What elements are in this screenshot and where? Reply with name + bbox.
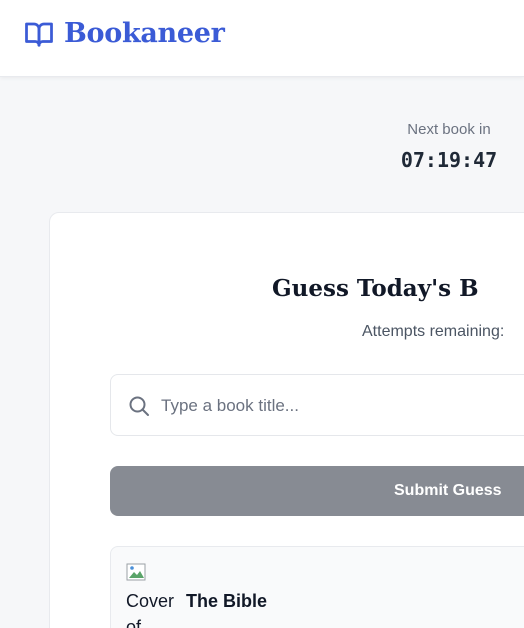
search-icon [129, 396, 149, 416]
app-header: Bookaneer [0, 0, 524, 77]
attempts-remaining: Attempts remaining: [362, 323, 505, 340]
search-box [110, 374, 524, 436]
guess-result-item: Cover of The Bible [110, 546, 524, 628]
cover-alt-text: Cover of [126, 591, 175, 628]
countdown-value: 07:19:47 [400, 148, 498, 172]
next-book-timer: Next book in 07:19:47 [380, 121, 518, 172]
book-title-input[interactable] [161, 387, 524, 425]
open-book-icon [25, 22, 53, 47]
logo-link[interactable]: Bookaneer [24, 18, 225, 49]
broken-image-icon [126, 563, 146, 581]
submit-guess-button[interactable]: Submit Guess [110, 466, 524, 516]
app-name: Bookaneer [64, 18, 225, 49]
guessed-book-title: The Bible [186, 591, 268, 611]
page-title: Guess Today's B [272, 275, 479, 302]
timer-label: Next book in [407, 121, 491, 138]
